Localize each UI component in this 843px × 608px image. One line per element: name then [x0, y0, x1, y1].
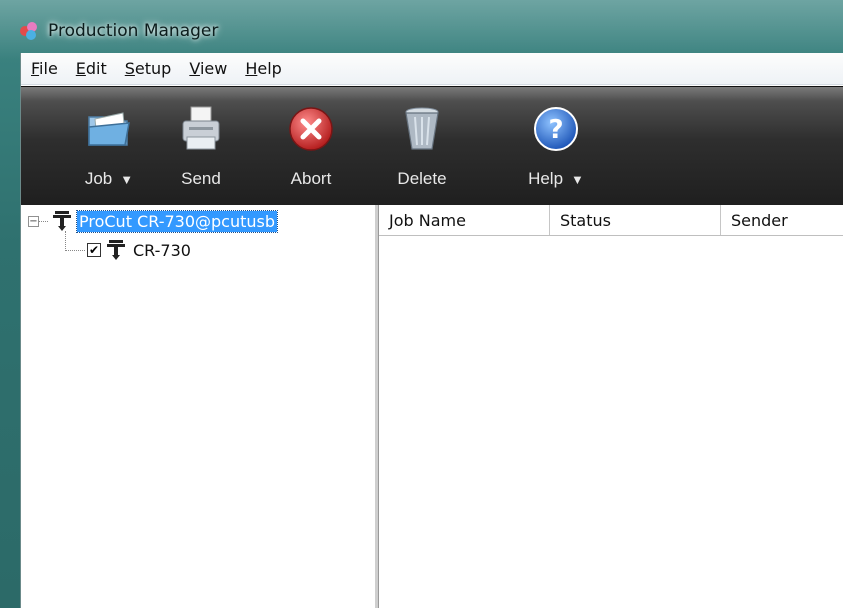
- svg-text:?: ?: [548, 115, 563, 145]
- menu-help[interactable]: Help: [236, 59, 290, 78]
- collapse-expander-icon[interactable]: −: [28, 215, 39, 227]
- device-tree[interactable]: − ProCut CR-730@pcutusb ✔ CR-730: [21, 205, 378, 608]
- job-label: Job: [84, 169, 113, 188]
- title-bar[interactable]: Production Manager: [14, 14, 843, 48]
- printer-icon: [177, 105, 225, 153]
- help-icon: ?: [532, 105, 580, 153]
- job-dropdown-arrow-icon[interactable]: ▼: [120, 172, 133, 187]
- menu-setup[interactable]: Setup: [116, 59, 181, 78]
- tree-connector: [65, 250, 85, 251]
- job-button[interactable]: Job ▼: [59, 87, 159, 205]
- tree-root-node[interactable]: − ProCut CR-730@pcutusb: [28, 209, 279, 233]
- app-icon: [18, 20, 40, 42]
- tree-child-node[interactable]: ✔ CR-730: [87, 239, 191, 261]
- abort-button[interactable]: Abort: [281, 87, 341, 205]
- help-dropdown-arrow-icon[interactable]: ▼: [571, 172, 584, 187]
- trash-icon: [398, 105, 446, 153]
- help-label: Help: [528, 169, 564, 188]
- send-label: Send: [181, 169, 221, 188]
- content-area: − ProCut CR-730@pcutusb ✔ CR-730 Job Nam…: [21, 205, 843, 608]
- abort-icon: [287, 105, 335, 153]
- cutter-icon: [105, 239, 127, 261]
- main-window: File Edit Setup View Help Job ▼ Send Abo…: [20, 53, 843, 608]
- abort-label: Abort: [290, 169, 332, 188]
- job-list[interactable]: Job Name Status Sender: [378, 205, 843, 608]
- menu-edit[interactable]: Edit: [67, 59, 116, 78]
- column-sender[interactable]: Sender: [721, 205, 843, 235]
- toolbar: Job ▼ Send Abort Delete ? Help ▼: [21, 86, 843, 205]
- window-title: Production Manager: [48, 21, 219, 41]
- job-list-header: Job Name Status Sender: [379, 205, 843, 236]
- send-button[interactable]: Send: [171, 87, 231, 205]
- delete-label: Delete: [397, 169, 447, 188]
- menu-bar: File Edit Setup View Help: [21, 53, 843, 85]
- cr730-checkbox[interactable]: ✔: [87, 243, 101, 257]
- column-status[interactable]: Status: [550, 205, 721, 235]
- tree-connector: [65, 231, 66, 251]
- column-job-name[interactable]: Job Name: [379, 205, 550, 235]
- folder-icon: [85, 105, 133, 153]
- cutter-icon: [51, 210, 73, 232]
- menu-view[interactable]: View: [180, 59, 236, 78]
- help-button[interactable]: ? Help ▼: [511, 87, 601, 205]
- menu-file[interactable]: File: [21, 59, 67, 78]
- tree-root-label[interactable]: ProCut CR-730@pcutusb: [75, 209, 279, 233]
- tree-child-label[interactable]: CR-730: [133, 241, 191, 260]
- delete-button[interactable]: Delete: [391, 87, 453, 205]
